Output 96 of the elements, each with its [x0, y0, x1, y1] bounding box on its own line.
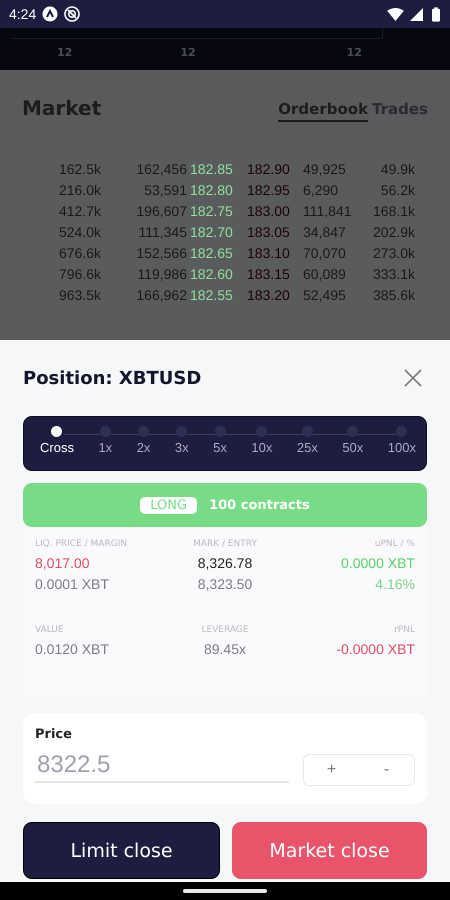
close-icon[interactable] [403, 368, 423, 388]
table-cell-text: 202.9k [373, 223, 416, 241]
side-badge: LONG [140, 496, 198, 514]
leverage-dot[interactable] [302, 426, 313, 437]
table-cell-text: 182.65 [190, 244, 234, 262]
table-cell-text: 49.9k [380, 160, 416, 178]
decrement-button[interactable]: - [359, 755, 414, 785]
table-cell-text: 162,456 [135, 160, 188, 178]
table-cell-text: 70,070 [303, 244, 347, 262]
table-cell-text: 796.6k [58, 265, 102, 283]
home-handle[interactable] [183, 889, 267, 893]
table-cell-text: 412.7k [58, 202, 102, 220]
table-cell-text: 60,089 [303, 265, 347, 283]
table-cell-text: 168.1k [373, 202, 416, 220]
table-cell-text: 152,566 [135, 244, 188, 262]
table-cell-text: 182.70 [190, 223, 234, 241]
table-cell-text: 53,591 [143, 181, 188, 199]
table-cell-text: 182.85 [190, 160, 234, 178]
table-cell-text: 273.0k [373, 244, 416, 262]
table-cell-text: 183.10 [247, 244, 291, 262]
stepper[interactable]: + - [303, 754, 415, 786]
table-cell-text: 196,607 [135, 202, 188, 220]
stat-label: VALUE [35, 625, 64, 635]
leverage-option[interactable]: 2x [136, 440, 150, 455]
leverage-option[interactable]: 25x [296, 440, 318, 455]
close-button[interactable]: Limit close [23, 822, 220, 879]
table-cell-text: 34,847 [303, 223, 347, 241]
leverage-dot[interactable] [396, 426, 408, 437]
table-cell-text: 963.5k [58, 286, 102, 304]
leverage-dot[interactable] [100, 426, 111, 437]
field-label: Price [35, 727, 73, 742]
axis-label: 12 [180, 46, 196, 59]
table-cell-text: 216.0k [58, 181, 102, 199]
stat-value: 0.0000 XBT [341, 554, 415, 573]
leverage-option[interactable]: 10x [251, 440, 272, 455]
stat-value: 4.16% [375, 575, 415, 594]
contracts-label: 100 contracts [209, 498, 310, 512]
stat-label: LIQ. PRICE / MARGIN [35, 539, 128, 549]
table-cell-text: 182.60 [190, 265, 234, 283]
table-cell-text: 182.55 [190, 286, 234, 304]
axis-label: 12 [346, 46, 362, 59]
battery-icon [432, 6, 440, 22]
section-title: Market [22, 96, 102, 122]
leverage-option[interactable]: 100x [388, 440, 416, 455]
leverage-selector[interactable]: Cross 1x 2x 3x 5x 10x 25x 50x 100x [23, 416, 427, 471]
table-cell-text: 183.20 [247, 286, 291, 304]
table-cell-text: 182.75 [190, 202, 234, 220]
stat-value: 0.0120 XBT [35, 640, 109, 659]
leverage-dot[interactable] [138, 426, 150, 437]
table-cell-text: 162.5k [58, 160, 102, 178]
table-cell-text: 182.80 [190, 181, 234, 199]
wifi-icon [387, 8, 404, 20]
status-time: 4:24 [9, 6, 36, 22]
leverage-option[interactable]: 1x [98, 440, 112, 455]
leverage-dot[interactable] [176, 426, 188, 437]
table-cell-text: 333.1k [373, 265, 416, 283]
table-cell-text: 49,925 [303, 160, 347, 178]
table-cell-text: 52,495 [303, 286, 347, 304]
stat-label: uPNL / % [374, 539, 415, 549]
stat-label: LEVERAGE [201, 625, 249, 635]
table-cell-text: 183.15 [247, 265, 291, 283]
table-cell-text: 182.90 [247, 160, 291, 178]
sheet-title: Position: XBTUSD [23, 368, 202, 388]
table-cell-text: 111,345 [137, 223, 188, 241]
stat-value: 8,017.00 [35, 554, 90, 573]
leverage-option[interactable]: 3x [174, 440, 189, 455]
table-cell-text: 111,841 [303, 202, 353, 220]
axis-label: 12 [57, 46, 72, 59]
stat-value: 8,323.50 [198, 575, 252, 594]
leverage-dot[interactable] [214, 426, 226, 437]
stat-label: rPNL [394, 625, 415, 635]
leverage-dot[interactable] [347, 426, 358, 437]
leverage-dot[interactable] [256, 426, 268, 437]
leverage-option[interactable]: Cross [40, 440, 74, 455]
stat-value: -0.0000 XBT [336, 640, 415, 659]
leverage-dot[interactable] [51, 426, 62, 437]
leverage-option[interactable]: 5x [213, 440, 227, 455]
table-cell-text: 56.2k [380, 181, 416, 199]
stat-label: MARK / ENTRY [193, 539, 257, 549]
close-button[interactable]: Market close [232, 822, 427, 879]
table-cell-text: 385.6k [373, 286, 416, 304]
table-cell-text: 6,290 [303, 181, 340, 199]
stat-value: 0.0001 XBT [35, 575, 109, 594]
signal-icon [410, 8, 423, 20]
table-cell-text: 166,962 [135, 286, 188, 304]
table-cell-text: 183.05 [247, 223, 291, 241]
notification-icon [42, 6, 58, 22]
table-cell-text: 676.6k [58, 244, 102, 262]
stat-value: 8,326.78 [198, 554, 252, 573]
leverage-option[interactable]: 50x [342, 440, 364, 455]
stat-value: 89.45x [204, 640, 246, 659]
table-cell-text: 183.00 [247, 202, 291, 220]
increment-button[interactable]: + [304, 755, 359, 785]
table-cell-text: 119,986 [136, 265, 188, 283]
table-cell-text: 524.0k [58, 223, 102, 241]
table-cell-text: 182.95 [247, 181, 291, 199]
